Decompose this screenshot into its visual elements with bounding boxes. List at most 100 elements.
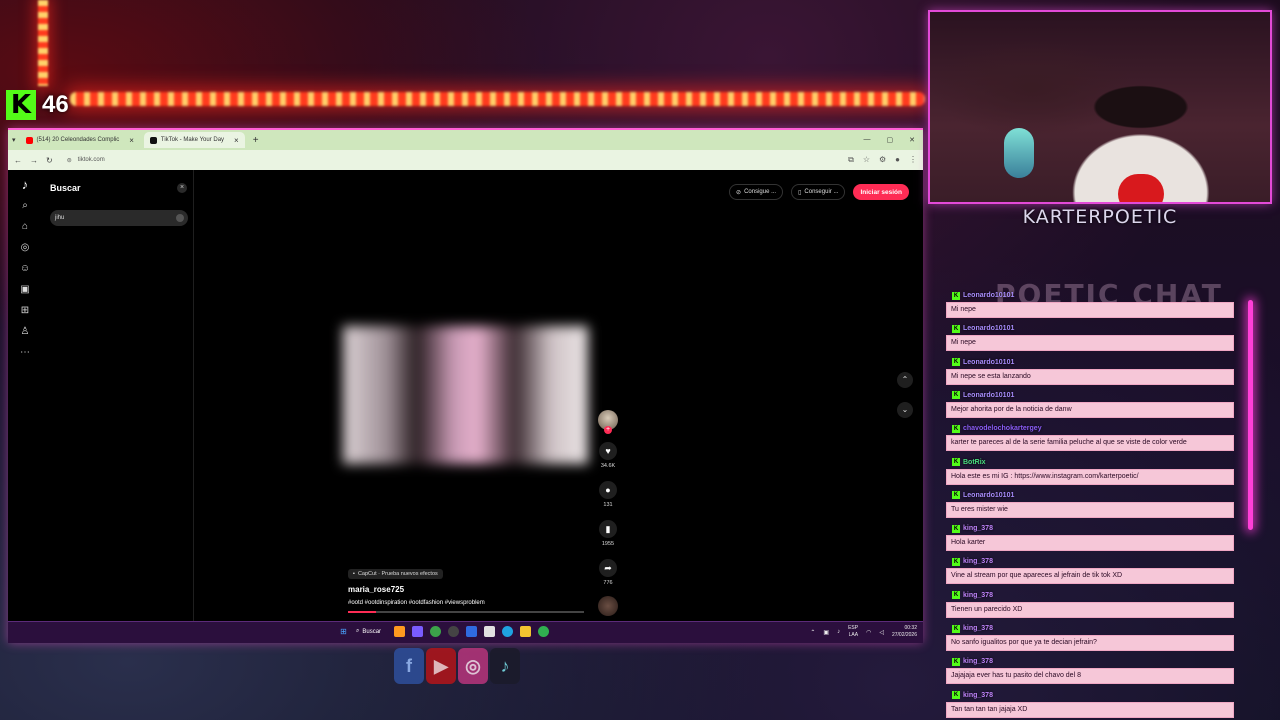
microphone-prop bbox=[1004, 128, 1034, 178]
upload-icon[interactable]: ⊞ bbox=[21, 306, 29, 316]
creator-avatar[interactable]: + bbox=[598, 410, 618, 434]
get-app-button[interactable]: ⊘ Consigue ... bbox=[729, 184, 784, 200]
author-name[interactable]: maria_rose725 bbox=[348, 585, 485, 594]
language-indicator[interactable]: ESP LAA bbox=[848, 625, 858, 639]
volume-icon[interactable]: ◁ bbox=[879, 629, 884, 636]
video-progress-fill bbox=[348, 611, 377, 613]
clock-date: 27/02/2026 bbox=[891, 632, 917, 638]
file-explorer-icon[interactable] bbox=[520, 626, 532, 637]
save-count: 1955 bbox=[601, 541, 615, 547]
video-meta: ▪ CapCut · Prueba nuevos efectos maria_r… bbox=[348, 562, 485, 606]
start-menu-icon[interactable]: ⊞ bbox=[338, 626, 349, 637]
get-coins-button[interactable]: ▯ Conseguir ... bbox=[791, 184, 846, 200]
chat-username: king_378 bbox=[963, 691, 993, 699]
facebook-icon: f bbox=[394, 648, 424, 684]
home-icon[interactable]: ⌂ bbox=[22, 222, 28, 232]
video-player[interactable] bbox=[343, 326, 588, 464]
close-window-icon[interactable]: ✕ bbox=[909, 136, 915, 144]
app-icon[interactable] bbox=[412, 626, 424, 637]
streamer-name: KARTERPOETIC bbox=[1022, 206, 1178, 228]
chat-username: Leonardo10101 bbox=[963, 325, 1015, 333]
edge-icon[interactable] bbox=[502, 626, 514, 637]
maximize-icon[interactable]: ▢ bbox=[887, 136, 894, 144]
chat-text: Vine al stream por que apareces al jefra… bbox=[946, 568, 1234, 585]
video-progress[interactable] bbox=[348, 611, 584, 613]
chrome-icon[interactable] bbox=[538, 626, 550, 637]
neon-bar bbox=[1248, 300, 1253, 530]
more-icon[interactable]: ⋯ bbox=[20, 348, 30, 358]
close-tab-icon[interactable]: × bbox=[129, 136, 134, 145]
chat-panel: K Leonardo10101 Mi nepe K Leonardo10101 Mi ne… bbox=[946, 290, 1236, 718]
url-input[interactable]: ⊜ tiktok.com bbox=[61, 153, 840, 167]
tiktok-logo-icon[interactable]: ♪ bbox=[22, 178, 29, 191]
share-icon[interactable]: ➦ bbox=[599, 559, 617, 577]
taskbar-search-label: Buscar bbox=[362, 628, 382, 635]
youtube-icon: ▶ bbox=[426, 648, 456, 684]
instagram-icon: ◎ bbox=[458, 648, 488, 684]
tiktok-icon: ♪ bbox=[490, 648, 520, 684]
tab-label: TikTok - Make Your Day bbox=[160, 137, 225, 143]
taskbar-search[interactable]: ⌕ Buscar bbox=[356, 628, 381, 635]
search-input[interactable]: jihu bbox=[50, 210, 188, 226]
chat-username: chavodelochokartergey bbox=[963, 425, 1042, 433]
clock[interactable]: 00:32 27/02/2026 bbox=[892, 625, 917, 639]
tab-youtube[interactable]: (514) 20 Celeondades Complic × bbox=[20, 132, 140, 148]
chat-username: king_378 bbox=[963, 658, 993, 666]
chat-text: Tu eres mister wie bbox=[946, 501, 1234, 518]
wifi-icon[interactable]: ◠ bbox=[866, 629, 871, 636]
back-icon[interactable]: ← bbox=[14, 156, 22, 165]
chat-user-row: Kchavodelochokartergey bbox=[952, 423, 1234, 434]
bookmark-icon[interactable]: ▮ bbox=[599, 520, 617, 538]
following-icon[interactable]: ☺ bbox=[20, 264, 30, 274]
capcut-tag[interactable]: ▪ CapCut · Prueba nuevos efectos bbox=[348, 569, 443, 579]
chat-text: Jajajaja ever has tu pasito del chavo de… bbox=[946, 668, 1234, 685]
explore-icon[interactable]: ◎ bbox=[21, 243, 30, 253]
system-tray: ⌃ ▣ ♪ ESP LAA ◠ ◁ 00:32 27/02/2026 bbox=[810, 625, 917, 639]
login-button[interactable]: Iniciar sesión bbox=[853, 184, 909, 200]
bookmark-star-icon[interactable]: ☆ bbox=[863, 155, 870, 165]
install-app-icon[interactable]: ⧉ bbox=[848, 155, 854, 165]
taskbar-apps: ⊞ ⌕ Buscar bbox=[338, 626, 550, 637]
app-icon[interactable] bbox=[394, 626, 406, 637]
forward-icon[interactable]: → bbox=[30, 156, 38, 165]
app-icon: ⊘ bbox=[736, 189, 742, 196]
app-icon[interactable] bbox=[466, 626, 478, 637]
search-icon[interactable]: ⌕ bbox=[22, 201, 28, 211]
tab-list-chevron-icon[interactable]: ▾ bbox=[12, 136, 16, 144]
profile-icon[interactable]: ♙ bbox=[21, 327, 30, 337]
follow-plus-icon[interactable]: + bbox=[604, 426, 612, 434]
like-heart-icon[interactable]: ♥ bbox=[599, 442, 617, 460]
mic-icon[interactable]: ♪ bbox=[837, 629, 840, 635]
site-info-icon[interactable]: ⊜ bbox=[67, 157, 72, 164]
extensions-icon[interactable]: ⚙ bbox=[879, 155, 886, 165]
browser-menu-icon[interactable]: ⋮ bbox=[909, 155, 917, 165]
share-count: 776 bbox=[603, 580, 613, 586]
chat-message: Kking_378 Tienen un parecido XD bbox=[946, 590, 1234, 618]
reload-icon[interactable]: ↻ bbox=[46, 156, 53, 165]
video-nav: ⌃ ⌄ bbox=[897, 372, 913, 418]
profile-avatar-icon[interactable]: ● bbox=[895, 155, 900, 165]
minimize-icon[interactable]: — bbox=[864, 136, 871, 144]
obs-icon[interactable] bbox=[448, 626, 460, 637]
tab-bar: ▾ (514) 20 Celeondades Complic × TikTok … bbox=[8, 130, 923, 150]
chat-user-row: Kking_378 bbox=[952, 656, 1234, 667]
close-search-icon[interactable]: × bbox=[177, 183, 187, 193]
chat-user-row: K Leonardo10101 bbox=[952, 490, 1234, 501]
close-tab-icon[interactable]: × bbox=[234, 136, 239, 145]
tray-app-icon[interactable]: ▣ bbox=[823, 629, 829, 636]
previous-video-icon[interactable]: ⌃ bbox=[897, 372, 913, 388]
get-app-label: Consigue ... bbox=[744, 189, 777, 195]
kick-badge-icon: K bbox=[952, 391, 960, 400]
next-video-icon[interactable]: ⌄ bbox=[897, 402, 913, 418]
tab-tiktok[interactable]: TikTok - Make Your Day × bbox=[143, 132, 245, 148]
comment-icon[interactable]: ● bbox=[599, 481, 617, 499]
search-panel: Buscar × jihu bbox=[42, 170, 194, 623]
live-icon[interactable]: ▣ bbox=[20, 285, 29, 295]
new-tab-button[interactable]: + bbox=[253, 135, 259, 146]
hashtags[interactable]: #ootd #ootdinspiration #ootdfashion #vie… bbox=[348, 600, 485, 606]
clear-search-icon[interactable] bbox=[176, 214, 184, 222]
chrome-icon[interactable] bbox=[430, 626, 442, 637]
tray-chevron-icon[interactable]: ⌃ bbox=[810, 629, 815, 636]
sound-disc[interactable] bbox=[598, 596, 618, 616]
app-icon[interactable] bbox=[484, 626, 496, 637]
